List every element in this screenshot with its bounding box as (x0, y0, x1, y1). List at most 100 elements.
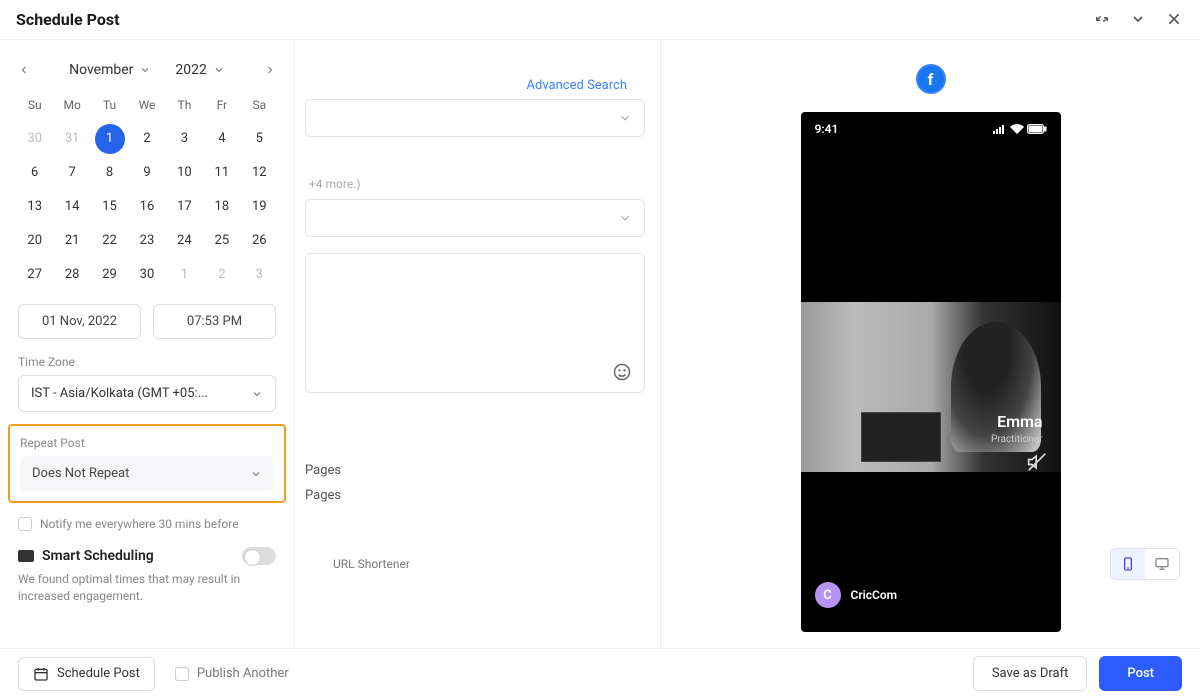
mobile-preview-button[interactable] (1111, 549, 1145, 579)
calendar-day[interactable]: 9 (132, 158, 162, 188)
smart-scheduling-desc: We found optimal times that may result i… (18, 571, 276, 605)
calendar-day[interactable]: 19 (244, 192, 274, 222)
calendar-day[interactable]: 1 (169, 260, 199, 290)
emoji-picker-icon[interactable] (612, 362, 632, 382)
close-icon[interactable] (1166, 11, 1184, 29)
calendar-day[interactable]: 28 (57, 260, 87, 290)
calendar-day[interactable]: 17 (169, 192, 199, 222)
next-month-icon[interactable] (264, 64, 276, 76)
month-selector[interactable]: November (69, 62, 151, 78)
calendar-day[interactable]: 31 (57, 124, 87, 154)
calendar-day[interactable]: 30 (20, 124, 50, 154)
phone-time: 9:41 (815, 122, 839, 136)
story-subtitle: Practitioner (991, 434, 1043, 445)
timezone-label: Time Zone (18, 355, 276, 369)
smart-scheduling-icon (18, 550, 34, 562)
repeat-label: Repeat Post (20, 436, 274, 450)
calendar-day[interactable]: 20 (20, 226, 50, 256)
schedule-post-button[interactable]: Schedule Post (18, 657, 155, 691)
mute-icon[interactable] (1027, 452, 1047, 472)
footer-bar: Schedule Post Publish Another Save as Dr… (0, 648, 1200, 698)
smart-scheduling-toggle[interactable] (242, 547, 276, 565)
calendar-day[interactable]: 18 (207, 192, 237, 222)
story-avatar: C (815, 582, 841, 608)
publish-another-checkbox[interactable]: Publish Another (175, 666, 289, 681)
notify-label: Notify me everywhere 30 mins before (40, 517, 239, 531)
calendar-day[interactable]: 6 (20, 158, 50, 188)
timezone-select[interactable]: IST - Asia/Kolkata (GMT +05:... (18, 375, 276, 412)
publish-another-label: Publish Another (197, 666, 289, 681)
notify-checkbox[interactable] (18, 517, 32, 531)
calendar-day[interactable]: 2 (207, 260, 237, 290)
calendar-day[interactable]: 2 (132, 124, 162, 154)
calendar-grid: SuMoTuWeThFrSa30311234567891011121314151… (18, 90, 276, 290)
url-shortener-link[interactable]: URL Shortener (333, 557, 645, 571)
calendar-weekday: Su (18, 90, 51, 120)
calendar-day[interactable]: 15 (95, 192, 125, 222)
calendar-day[interactable]: 27 (20, 260, 50, 290)
calendar-day[interactable]: 8 (95, 158, 125, 188)
repeat-value: Does Not Repeat (32, 466, 129, 481)
calendar-day[interactable]: 21 (57, 226, 87, 256)
schedule-panel: November 2022 SuMoTuWeThFrSa303112345678… (0, 40, 295, 650)
calendar-day[interactable]: 14 (57, 192, 87, 222)
time-input[interactable]: 07:53 PM (153, 304, 276, 339)
year-selector[interactable]: 2022 (175, 62, 224, 78)
smart-scheduling-title: Smart Scheduling (42, 548, 154, 564)
calendar-day[interactable]: 16 (132, 192, 162, 222)
calendar-day[interactable]: 3 (244, 260, 274, 290)
minimize-icon[interactable] (1094, 11, 1112, 29)
facebook-icon[interactable]: f (916, 64, 946, 94)
post-button[interactable]: Post (1099, 656, 1182, 691)
timezone-value: IST - Asia/Kolkata (GMT +05:... (31, 386, 208, 401)
calendar-day[interactable]: 13 (20, 192, 50, 222)
calendar-weekday: Sa (243, 90, 276, 120)
secondary-select[interactable] (305, 199, 645, 237)
calendar-day[interactable]: 26 (244, 226, 274, 256)
calendar-day[interactable]: 25 (207, 226, 237, 256)
save-draft-button[interactable]: Save as Draft (973, 656, 1088, 691)
calendar-weekday: Mo (55, 90, 88, 120)
calendar-day[interactable]: 3 (169, 124, 199, 154)
calendar-weekday: Fr (205, 90, 238, 120)
page-title: Schedule Post (16, 10, 119, 29)
story-name: Emma (997, 412, 1042, 431)
year-label: 2022 (175, 62, 206, 78)
publish-another-box[interactable] (175, 667, 189, 681)
post-content-input[interactable] (305, 253, 645, 393)
calendar-day[interactable]: 10 (169, 158, 199, 188)
advanced-search-link[interactable]: Advanced Search (305, 78, 645, 93)
compose-pane: Advanced Search +4 more.) Pages Pages UR… (295, 40, 655, 650)
story-account-name: CricCom (851, 588, 898, 602)
calendar-day[interactable]: 11 (207, 158, 237, 188)
calendar-day[interactable]: 4 (207, 124, 237, 154)
calendar-day[interactable]: 24 (169, 226, 199, 256)
repeat-post-section: Repeat Post Does Not Repeat (8, 424, 286, 503)
more-count: +4 more.) (305, 177, 645, 191)
calendar-day[interactable]: 5 (244, 124, 274, 154)
calendar-day[interactable]: 1 (95, 124, 125, 154)
account-select[interactable] (305, 99, 645, 137)
calendar-day[interactable]: 22 (95, 226, 125, 256)
calendar-day[interactable]: 7 (57, 158, 87, 188)
prev-month-icon[interactable] (18, 64, 30, 76)
calendar-weekday: We (130, 90, 163, 120)
preview-pane: f 9:41 Emma Practitioner C CricCom (660, 40, 1200, 650)
phone-preview: 9:41 Emma Practitioner C CricCom (801, 112, 1061, 632)
header-controls (1094, 11, 1184, 29)
phone-status-icons (993, 122, 1047, 136)
story-image (801, 302, 1061, 472)
calendar-weekday: Th (168, 90, 201, 120)
month-label: November (69, 62, 133, 78)
calendar-weekday: Tu (93, 90, 126, 120)
notify-checkbox-row[interactable]: Notify me everywhere 30 mins before (18, 517, 276, 531)
calendar-day[interactable]: 30 (132, 260, 162, 290)
date-input[interactable]: 01 Nov, 2022 (18, 304, 141, 339)
desktop-preview-button[interactable] (1145, 549, 1179, 579)
calendar-day[interactable]: 29 (95, 260, 125, 290)
schedule-post-label: Schedule Post (57, 666, 140, 681)
chevron-down-icon[interactable] (1130, 11, 1148, 29)
repeat-select[interactable]: Does Not Repeat (20, 456, 274, 491)
calendar-day[interactable]: 12 (244, 158, 274, 188)
calendar-day[interactable]: 23 (132, 226, 162, 256)
